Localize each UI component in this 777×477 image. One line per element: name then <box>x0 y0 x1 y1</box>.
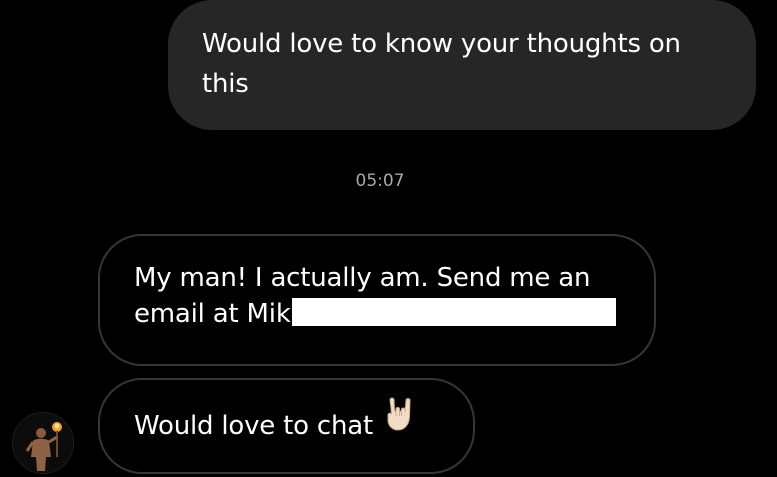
incoming-message-bubble[interactable]: My man! I actually am. Send me an email … <box>98 234 656 366</box>
incoming-message-text: Would love to chat <box>134 411 374 441</box>
profile-avatar[interactable] <box>12 412 74 474</box>
outgoing-message-bubble[interactable]: Would love to know your thoughts on this <box>168 0 756 130</box>
chat-thread: Would love to know your thoughts on this… <box>0 0 777 477</box>
message-timestamp: 05:07 <box>355 171 405 191</box>
outgoing-message-text: Would love to know your thoughts on this <box>202 29 681 99</box>
redaction-box <box>291 298 616 326</box>
rock-on-hand-icon <box>385 378 415 470</box>
avatar-image-icon <box>13 413 73 473</box>
incoming-message-bubble[interactable]: Would love to chat <box>98 378 475 474</box>
